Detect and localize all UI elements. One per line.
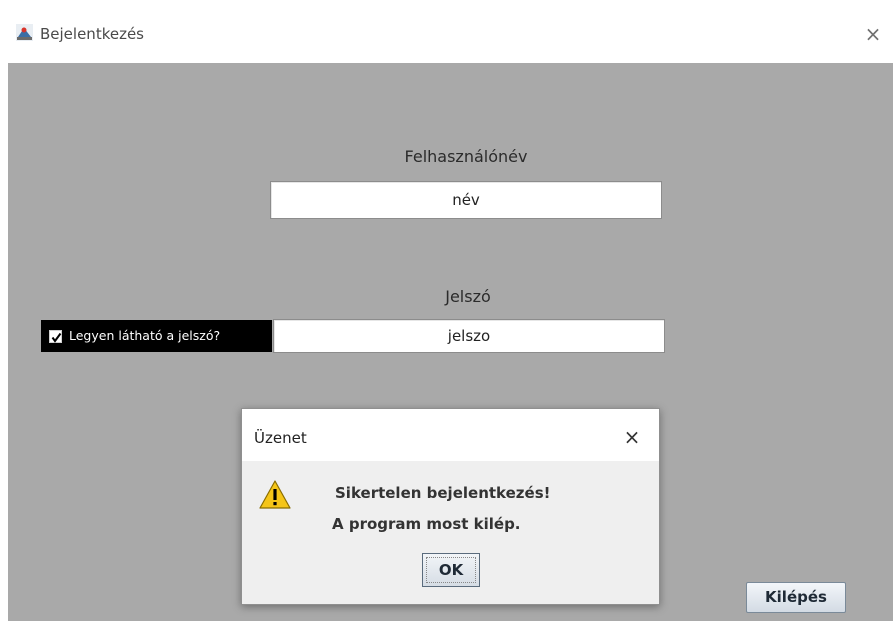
dialog-title: Üzenet [254, 429, 307, 447]
ok-button[interactable]: OK [422, 553, 480, 587]
dialog-message-line2: A program most kilép. [332, 515, 521, 533]
java-app-icon [16, 24, 33, 41]
password-field[interactable] [273, 319, 665, 353]
username-field[interactable] [270, 181, 662, 219]
exit-button[interactable]: Kilépés [746, 582, 846, 613]
dialog-titlebar: Üzenet × [242, 409, 659, 461]
checkbox-checked-icon [49, 330, 62, 343]
window-titlebar: Bejelentkezés × [0, 0, 893, 63]
window-close-button[interactable]: × [862, 23, 884, 45]
ok-button-label: OK [438, 561, 464, 579]
dialog-message-line1: Sikertelen bejelentkezés! [335, 484, 551, 502]
message-dialog: Üzenet × Sikertelen bejelentkezés! A pro… [241, 408, 660, 605]
show-password-label: Legyen látható a jelszó? [69, 328, 221, 343]
username-label: Felhasználónév [404, 147, 528, 166]
window-title: Bejelentkezés [40, 25, 144, 43]
dialog-close-button[interactable]: × [621, 426, 643, 448]
password-label: Jelszó [445, 287, 491, 306]
warning-icon [259, 479, 291, 511]
show-password-checkbox[interactable]: Legyen látható a jelszó? [41, 320, 272, 352]
